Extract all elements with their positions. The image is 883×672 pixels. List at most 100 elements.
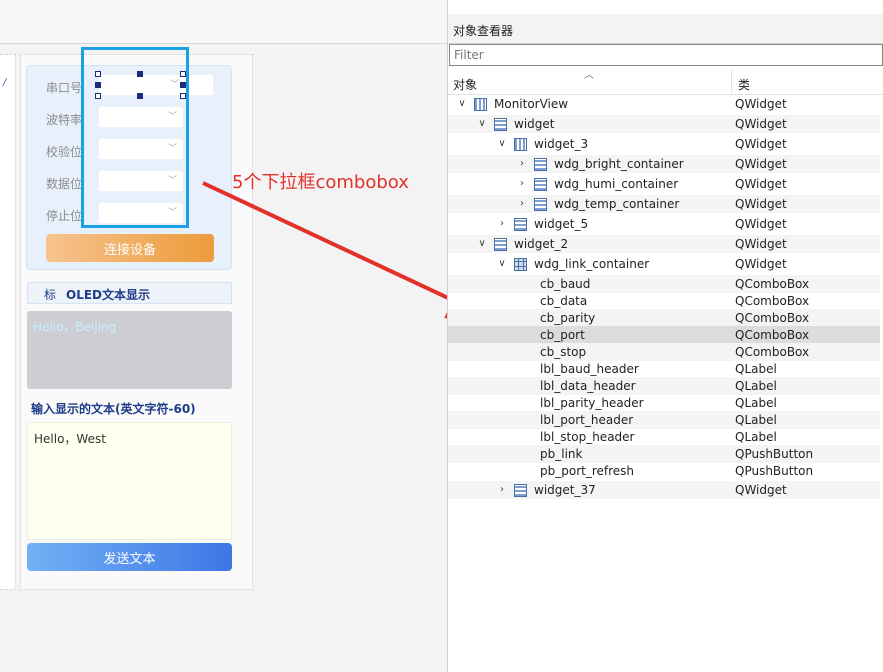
- tree-row-name: wdg_humi_container: [554, 177, 679, 191]
- tree-row-wdg-humi-container[interactable]: › wdg_humi_container QWidget: [448, 175, 880, 193]
- oled-display: Hello，Beijing: [27, 311, 232, 389]
- layout-icon: [534, 178, 547, 191]
- tree-row-class: QComboBox: [735, 328, 810, 342]
- tree-row-cb-stop[interactable]: cb_stop QComboBox: [448, 343, 880, 361]
- tree-row-cb-baud[interactable]: cb_baud QComboBox: [448, 275, 880, 293]
- tree-row-name: widget: [514, 117, 555, 131]
- filter-input[interactable]: [449, 44, 883, 66]
- input-text-label: 输入显示的文本(英文字符-60): [31, 402, 196, 416]
- designer-canvas[interactable]: / 串口号 波特率 校验位 数据位 停止位 ﹀ ﹀ ﹀ ﹀ ﹀ 连接设备 标 O…: [0, 0, 447, 672]
- tree-row-name: lbl_baud_header: [540, 362, 639, 376]
- layout-icon: [494, 238, 507, 251]
- tree-row-wdg-bright-container[interactable]: › wdg_bright_container QWidget: [448, 155, 880, 173]
- tree-row-lbl-parity-header[interactable]: lbl_parity_header QLabel: [448, 394, 880, 412]
- tree-row-widget[interactable]: ∨ widget QWidget: [448, 115, 880, 133]
- oled-title-mark: 标: [44, 288, 57, 302]
- input-text-value: Hello，West: [34, 432, 106, 446]
- oled-text: Hello，Beijing: [33, 320, 117, 334]
- left-widget-panel[interactable]: /: [0, 54, 16, 590]
- tree-row-class: QLabel: [735, 362, 777, 376]
- inspector-title: 对象查看器: [453, 24, 514, 38]
- tree-row-widget-3[interactable]: ∨ widget_3 QWidget: [448, 135, 880, 153]
- layout-icon: [534, 158, 547, 171]
- tree-row-cb-parity[interactable]: cb_parity QComboBox: [448, 309, 880, 327]
- tree-row-monitorview[interactable]: ∨ MonitorView QWidget: [448, 95, 880, 113]
- tree-row-class: QWidget: [735, 197, 787, 211]
- connect-device-button[interactable]: 连接设备: [46, 234, 214, 262]
- tree-row-class: QWidget: [735, 217, 787, 231]
- baud-label: 波特率: [46, 113, 83, 127]
- annotation-text: 5个下拉框combobox: [232, 172, 409, 193]
- tree-row-class: QPushButton: [735, 447, 814, 461]
- tree-row-class: QWidget: [735, 177, 787, 191]
- column-object[interactable]: 对象: [453, 76, 477, 93]
- tree-row-lbl-stop-header[interactable]: lbl_stop_header QLabel: [448, 428, 880, 446]
- tree-row-name: widget_3: [534, 137, 589, 151]
- input-text-area[interactable]: Hello，West: [27, 422, 232, 540]
- chevron-down-icon[interactable]: ∨: [476, 235, 488, 253]
- tree-row-name: wdg_link_container: [534, 257, 650, 271]
- chart-edge-icon: /: [3, 77, 7, 88]
- tree-row-lbl-port-header[interactable]: lbl_port_header QLabel: [448, 411, 880, 429]
- tree-row-class: QComboBox: [735, 345, 810, 359]
- tree-row-name: lbl_data_header: [540, 379, 636, 393]
- column-divider[interactable]: [731, 69, 732, 93]
- layout-icon: [514, 484, 527, 497]
- tree-row-lbl-baud-header[interactable]: lbl_baud_header QLabel: [448, 360, 880, 378]
- tree-row-cb-data[interactable]: cb_data QComboBox: [448, 292, 880, 310]
- tree-row-widget-5[interactable]: › widget_5 QWidget: [448, 215, 880, 233]
- tree-row-class: QComboBox: [735, 311, 810, 325]
- tree-row-class: QLabel: [735, 430, 777, 444]
- layout-icon: [534, 198, 547, 211]
- tree-row-name: cb_stop: [540, 345, 587, 359]
- tree-row-class: QWidget: [735, 117, 787, 131]
- tree-row-lbl-data-header[interactable]: lbl_data_header QLabel: [448, 377, 880, 395]
- tree-row-class: QComboBox: [735, 294, 810, 308]
- column-class[interactable]: 类: [738, 76, 750, 93]
- tree-row-name: widget_2: [514, 237, 569, 251]
- tree-row-class: QWidget: [735, 137, 787, 151]
- chevron-right-icon[interactable]: ›: [496, 215, 508, 233]
- tree-row-name: pb_port_refresh: [540, 464, 635, 478]
- tree-row-name: cb_port: [540, 328, 585, 342]
- chevron-right-icon[interactable]: ›: [516, 155, 528, 173]
- grid-icon: [514, 258, 527, 271]
- send-text-button[interactable]: 发送文本: [27, 543, 232, 571]
- tree-row-name: cb_baud: [540, 277, 591, 291]
- chevron-down-icon[interactable]: ∨: [456, 95, 468, 113]
- tree-row-class: QWidget: [735, 157, 787, 171]
- tree-row-class: QWidget: [735, 483, 787, 497]
- chevron-down-icon[interactable]: ∨: [476, 115, 488, 133]
- chevron-right-icon[interactable]: ›: [516, 175, 528, 193]
- tree-row-pb-link[interactable]: pb_link QPushButton: [448, 445, 880, 463]
- tree-row-name: cb_parity: [540, 311, 596, 325]
- stop-bits-label: 停止位: [46, 209, 83, 223]
- oled-title: OLED文本显示: [66, 288, 151, 302]
- layout-icon: [494, 118, 507, 131]
- tree-row-class: QComboBox: [735, 277, 810, 291]
- tree-row-class: QWidget: [735, 257, 787, 271]
- tree-row-pb-port-refresh[interactable]: pb_port_refresh QPushButton: [448, 462, 880, 480]
- chevron-right-icon[interactable]: ›: [496, 481, 508, 499]
- tree-row-name: wdg_bright_container: [554, 157, 684, 171]
- chevron-right-icon[interactable]: ›: [516, 195, 528, 213]
- tree-row-widget-2[interactable]: ∨ widget_2 QWidget: [448, 235, 880, 253]
- tree-row-name: lbl_parity_header: [540, 396, 644, 410]
- tree-row-class: QWidget: [735, 237, 787, 251]
- chevron-down-icon[interactable]: ∨: [496, 255, 508, 273]
- data-bits-label: 数据位: [46, 177, 83, 191]
- tree-row-wdg-temp-container[interactable]: › wdg_temp_container QWidget: [448, 195, 880, 213]
- chevron-down-icon[interactable]: ∨: [496, 135, 508, 153]
- tree-row-name: lbl_stop_header: [540, 430, 635, 444]
- tree-row-widget-37[interactable]: › widget_37 QWidget: [448, 481, 880, 499]
- inspector-title-bar: 对象查看器: [448, 14, 883, 44]
- tree-column-header[interactable]: ︿ 对象 类: [448, 67, 883, 95]
- tree-row-class: QLabel: [735, 413, 777, 427]
- tree-row-cb-port[interactable]: cb_port QComboBox: [448, 326, 880, 344]
- vbox-icon: [514, 138, 527, 151]
- parity-label: 校验位: [46, 145, 83, 159]
- tree-row-wdg-link-container[interactable]: ∨ wdg_link_container QWidget: [448, 255, 880, 273]
- object-inspector: 对象查看器 ︿ 对象 类 ∨ MonitorView QWidget ∨ widget Q…: [447, 0, 883, 672]
- tree-row-name: lbl_port_header: [540, 413, 634, 427]
- sort-caret-icon: ︿: [584, 70, 594, 81]
